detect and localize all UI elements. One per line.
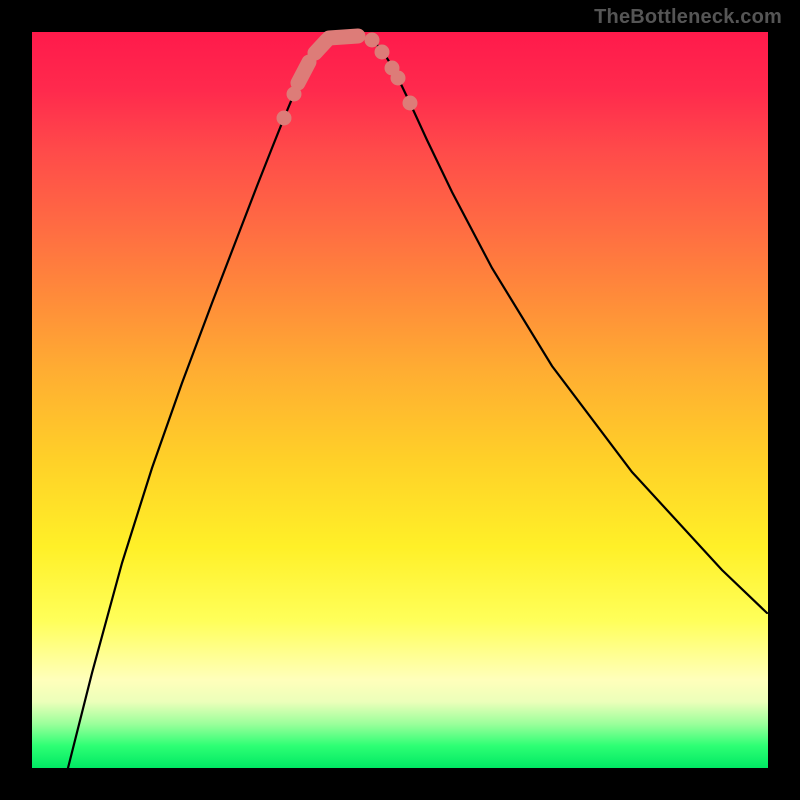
data-marker [375, 45, 390, 60]
data-marker [277, 111, 292, 126]
right-curve [360, 35, 767, 613]
data-marker [403, 96, 418, 111]
left-curve [68, 35, 345, 768]
chart-frame: TheBottleneck.com [0, 0, 800, 800]
marker-group [277, 33, 418, 126]
data-marker [391, 71, 406, 86]
attribution-text: TheBottleneck.com [594, 6, 782, 29]
plot-area [32, 32, 768, 768]
data-marker [365, 33, 380, 48]
data-marker-pill [329, 36, 358, 38]
data-marker-pill [298, 62, 309, 83]
curves-svg [32, 32, 768, 768]
